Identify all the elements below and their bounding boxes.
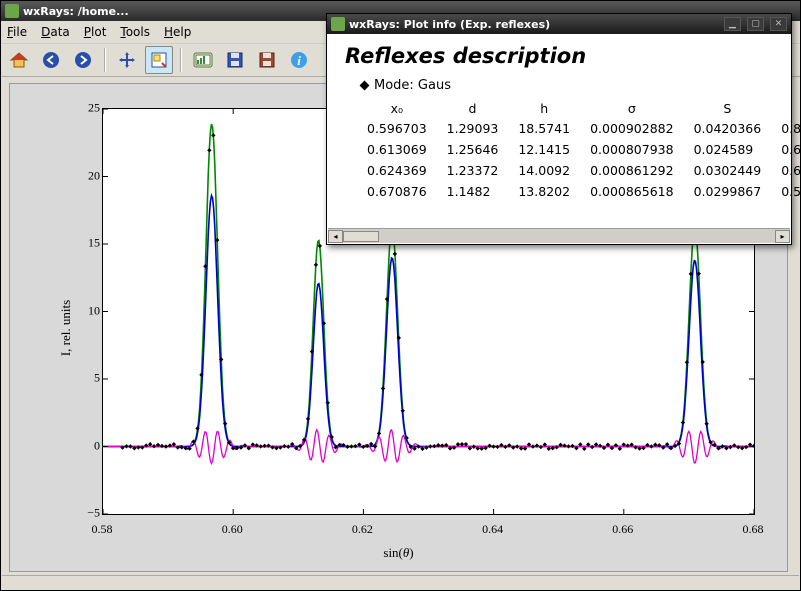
- status-bar: [2, 575, 799, 589]
- cell-S: 0.0420366: [684, 118, 772, 139]
- pan-button[interactable]: [113, 46, 141, 74]
- cell-std: 0.882901: [771, 118, 801, 139]
- cell-S: 0.0302449: [684, 160, 772, 181]
- cell-std: 0.618007: [771, 160, 801, 181]
- y-tick: 5: [72, 371, 100, 386]
- zoom-button[interactable]: [145, 46, 173, 74]
- subplots-icon: [192, 50, 214, 70]
- cell-d: 1.1482: [437, 181, 509, 202]
- menu-file[interactable]: File: [7, 25, 27, 39]
- cell-x0: 0.624369: [357, 160, 437, 181]
- scroll-track[interactable]: [379, 230, 775, 243]
- cell-S: 0.0299867: [684, 181, 772, 202]
- cell-sigma: 0.000865618: [580, 181, 684, 202]
- y-tick: 15: [72, 236, 100, 251]
- col-sigma: σ: [580, 99, 684, 118]
- save-alt-button[interactable]: [253, 46, 281, 74]
- table-row: 0.6130691.2564612.14150.0008079380.02458…: [357, 139, 801, 160]
- diamond-icon: [360, 81, 370, 91]
- table-row: 0.6243691.2337214.00920.0008612920.03024…: [357, 160, 801, 181]
- menu-data[interactable]: Data: [41, 25, 70, 39]
- svg-text:i: i: [297, 53, 301, 68]
- home-button[interactable]: [5, 46, 33, 74]
- cell-d: 1.25646: [437, 139, 509, 160]
- save-icon: [225, 50, 245, 70]
- cell-sigma: 0.000902882: [580, 118, 684, 139]
- scroll-left-button[interactable]: ◂: [328, 230, 343, 243]
- x-tick: 0.62: [352, 522, 373, 537]
- dialog-body: Reflexes description Mode: Gaus x₀ d h σ…: [327, 34, 791, 212]
- cell-sigma: 0.000861292: [580, 160, 684, 181]
- app-icon: [5, 4, 19, 18]
- table-header-row: x₀ d h σ S std: [357, 99, 801, 118]
- x-axis-label: sin(θ): [383, 545, 413, 561]
- cell-std: 0.549112: [771, 181, 801, 202]
- x-tick: 0.64: [482, 522, 503, 537]
- cell-d: 1.29093: [437, 118, 509, 139]
- y-tick: −5: [72, 506, 100, 521]
- table-row: 0.5967031.2909318.57410.0009028820.04203…: [357, 118, 801, 139]
- table-row: 0.6708761.148213.82020.0008656180.029986…: [357, 181, 801, 202]
- menu-help[interactable]: Help: [164, 25, 191, 39]
- x-tick: 0.66: [612, 522, 633, 537]
- mode-label: Mode: Gaus: [374, 78, 451, 93]
- cell-x0: 0.670876: [357, 181, 437, 202]
- menu-plot[interactable]: Plot: [84, 25, 107, 39]
- cell-sigma: 0.000807938: [580, 139, 684, 160]
- x-tick: 0.58: [92, 522, 113, 537]
- mode-row: Mode: Gaus: [361, 78, 775, 93]
- scroll-right-button[interactable]: ▸: [775, 230, 790, 243]
- y-tick: 0: [72, 438, 100, 453]
- back-button[interactable]: [37, 46, 65, 74]
- dialog-titlebar[interactable]: wxRays: Plot info (Exp. reflexes) ▁ ▢ ✕: [327, 14, 791, 34]
- col-x0: x₀: [357, 99, 437, 118]
- dialog-heading: Reflexes description: [345, 44, 775, 68]
- menu-tools[interactable]: Tools: [120, 25, 150, 39]
- save-fig-button[interactable]: [221, 46, 249, 74]
- y-tick: 20: [72, 168, 100, 183]
- y-tick: 25: [72, 101, 100, 116]
- save-alt-icon: [257, 50, 277, 70]
- window-title: wxRays: /home...: [23, 5, 129, 18]
- cell-x0: 0.596703: [357, 118, 437, 139]
- x-tick: 0.60: [222, 522, 243, 537]
- cell-S: 0.024589: [684, 139, 772, 160]
- close-button[interactable]: ✕: [770, 17, 787, 31]
- info-icon: i: [289, 50, 309, 70]
- home-icon: [9, 50, 29, 70]
- cell-h: 14.0092: [508, 160, 580, 181]
- move-icon: [117, 50, 137, 70]
- reflexes-table: x₀ d h σ S std 0.5967031.2909318.57410.0…: [357, 99, 801, 202]
- x-tick: 0.68: [743, 522, 764, 537]
- subplots-button[interactable]: [189, 46, 217, 74]
- y-tick: 10: [72, 303, 100, 318]
- col-S: S: [684, 99, 772, 118]
- cell-h: 18.5741: [508, 118, 580, 139]
- scroll-thumb[interactable]: [343, 231, 379, 242]
- cell-d: 1.23372: [437, 160, 509, 181]
- maximize-button[interactable]: ▢: [747, 17, 764, 31]
- cell-h: 13.8202: [508, 181, 580, 202]
- zoom-icon: [149, 50, 169, 70]
- cell-std: 0.618007: [771, 139, 801, 160]
- col-std: std: [771, 99, 801, 118]
- cell-x0: 0.613069: [357, 139, 437, 160]
- app-icon: [331, 17, 345, 31]
- minimize-button[interactable]: ▁: [724, 17, 741, 31]
- col-h: h: [508, 99, 580, 118]
- dialog-scrollbar[interactable]: ◂ ▸: [328, 228, 790, 243]
- forward-button[interactable]: [69, 46, 97, 74]
- forward-icon: [73, 50, 93, 70]
- dialog-title: wxRays: Plot info (Exp. reflexes): [349, 18, 550, 31]
- col-d: d: [437, 99, 509, 118]
- back-icon: [41, 50, 61, 70]
- plot-info-dialog[interactable]: wxRays: Plot info (Exp. reflexes) ▁ ▢ ✕ …: [326, 13, 792, 245]
- cell-h: 12.1415: [508, 139, 580, 160]
- info-button[interactable]: i: [285, 46, 313, 74]
